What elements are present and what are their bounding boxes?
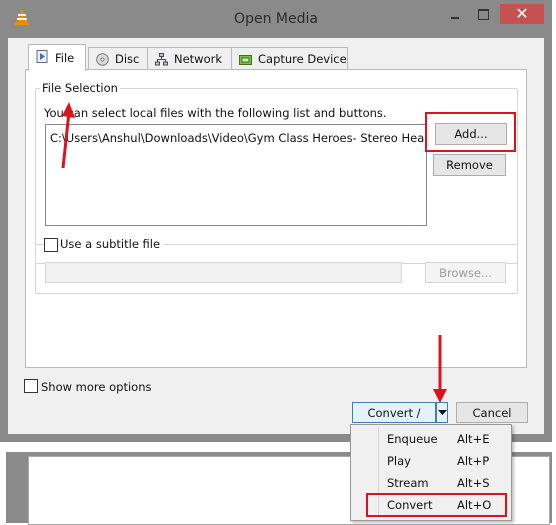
menu-item-enqueue[interactable]: Enqueue Alt+E: [351, 428, 511, 450]
menu-item-play[interactable]: Play Alt+P: [351, 450, 511, 472]
menu-item-shortcut: Alt+S: [457, 476, 490, 490]
browse-button[interactable]: Browse...: [425, 262, 506, 283]
show-more-options-checkbox[interactable]: [24, 379, 38, 393]
remove-button[interactable]: Remove: [433, 154, 506, 176]
use-subtitle-checkbox[interactable]: [44, 238, 58, 252]
tab-disc[interactable]: Disc: [88, 47, 148, 70]
dialog-client-area: File Disc Network Capture Device File Se…: [8, 38, 544, 440]
disc-icon: [96, 53, 109, 66]
menu-item-shortcut: Alt+E: [457, 432, 490, 446]
convert-save-menu: Enqueue Alt+E Play Alt+P Stream Alt+S Co…: [350, 424, 512, 521]
capture-device-icon: [239, 55, 252, 65]
file-icon: [36, 50, 48, 63]
use-subtitle-label: Use a subtitle file: [60, 237, 164, 251]
convert-menu-highlight: [366, 493, 507, 517]
file-selection-description: You can select local files with the foll…: [44, 106, 387, 120]
show-more-options-label: Show more options: [41, 380, 152, 394]
menu-item-label: Enqueue: [387, 432, 438, 446]
file-list[interactable]: C:\Users\Anshul\Downloads\Video\Gym Clas…: [45, 124, 427, 226]
maximize-button[interactable]: [470, 4, 496, 24]
convert-save-dropdown-button[interactable]: [436, 402, 448, 423]
annotation-arrow-dropdown: [433, 335, 447, 403]
menu-item-label: Stream: [387, 476, 429, 490]
subtitle-file-field: [45, 262, 402, 283]
tab-capture-device-label: Capture Device: [258, 52, 347, 66]
tab-network-label: Network: [174, 52, 223, 66]
tab-network[interactable]: Network: [147, 47, 232, 70]
tab-file[interactable]: File: [28, 44, 86, 71]
minimize-button[interactable]: [442, 4, 468, 24]
cancel-button[interactable]: Cancel: [456, 402, 528, 423]
tab-disc-label: Disc: [115, 52, 140, 66]
menu-item-stream[interactable]: Stream Alt+S: [351, 472, 511, 494]
convert-save-button[interactable]: Convert / Save: [352, 402, 436, 440]
annotation-arrow-file-tab: [61, 102, 75, 169]
close-button[interactable]: ✕: [500, 4, 544, 24]
tab-capture-device[interactable]: Capture Device: [231, 47, 348, 70]
title-bar[interactable]: Open Media ✕: [0, 0, 552, 38]
menu-item-label: Play: [387, 454, 411, 468]
tab-file-label: File: [55, 51, 75, 65]
list-item[interactable]: C:\Users\Anshul\Downloads\Video\Gym Clas…: [50, 131, 426, 145]
chevron-down-icon: [438, 410, 447, 415]
menu-item-shortcut: Alt+P: [457, 454, 490, 468]
add-button-highlight: [425, 112, 516, 152]
network-icon: [155, 53, 168, 66]
open-media-window: Open Media ✕ File Disc Network Capture D…: [0, 0, 552, 442]
file-selection-group-title: File Selection: [40, 81, 120, 95]
